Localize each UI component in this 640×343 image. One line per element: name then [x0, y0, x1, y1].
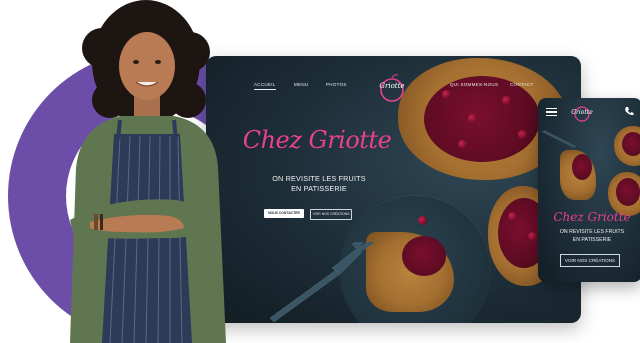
phone-griotte-logo[interactable]: Griotte — [566, 104, 598, 124]
cherry — [502, 96, 511, 105]
tart-slice-plate-filling — [402, 236, 446, 276]
phone-subtitle-line1: ON REVISITE LES FRUITS — [559, 229, 625, 235]
nav-accueil[interactable]: ACCUEIL — [254, 82, 276, 90]
cherry — [508, 212, 517, 221]
phone-tart-lower-filling — [616, 178, 640, 206]
phone-hero-title: Chez Griotte — [553, 210, 631, 224]
phone-fork — [542, 130, 576, 148]
phone-tart-right-filling — [622, 132, 640, 156]
fork — [269, 242, 376, 322]
hero-title: Chez Griotte — [242, 126, 392, 154]
mobile-website-mockup: Griotte Chez Griotte ON REVISITE LES FRU… — [538, 98, 640, 282]
phone-subtitle-line2: EN PATISSERIE — [572, 237, 612, 243]
nav-contact[interactable]: CONTACT — [510, 82, 534, 87]
creations-button[interactable]: VOIR NOS CRÉATIONS — [310, 209, 352, 220]
phone-logo-text: Griotte — [571, 109, 593, 116]
phone-tart-filling — [572, 154, 592, 180]
cherry — [528, 232, 537, 241]
nav-qui-sommes-nous[interactable]: QUI SOMMES-NOUS — [450, 82, 498, 87]
phone-hero-subtitle: ON REVISITE LES FRUITS EN PATISSERIE — [546, 228, 638, 244]
nav-photos[interactable]: PHOTOS — [326, 82, 347, 87]
cherry — [518, 130, 527, 139]
hero-subtitle-line2: EN PATISSERIE — [291, 183, 347, 193]
hero-subtitle-line1: ON REVISITE LES FRUITS — [272, 174, 366, 183]
phone-creations-button[interactable]: VOIR NOS CRÉATIONS — [560, 254, 620, 267]
cherry — [458, 140, 467, 149]
cherry — [418, 216, 427, 225]
contact-button[interactable]: NOUS CONTACTER — [264, 209, 304, 218]
logo-text: Griotte — [379, 82, 405, 90]
griotte-logo[interactable]: Griotte — [374, 74, 410, 104]
desktop-website-mockup: ACCUEIL MENU PHOTOS QUI SOMMES-NOUS CONT… — [206, 56, 581, 323]
hamburger-menu-icon[interactable] — [546, 108, 557, 117]
hero-subtitle: ON REVISITE LES FRUITS EN PATISSERIE — [246, 174, 392, 193]
baker-woman-photo — [70, 0, 226, 343]
phone-icon[interactable] — [624, 106, 634, 116]
nav-menu[interactable]: MENU — [294, 82, 308, 87]
cherry — [468, 114, 477, 123]
